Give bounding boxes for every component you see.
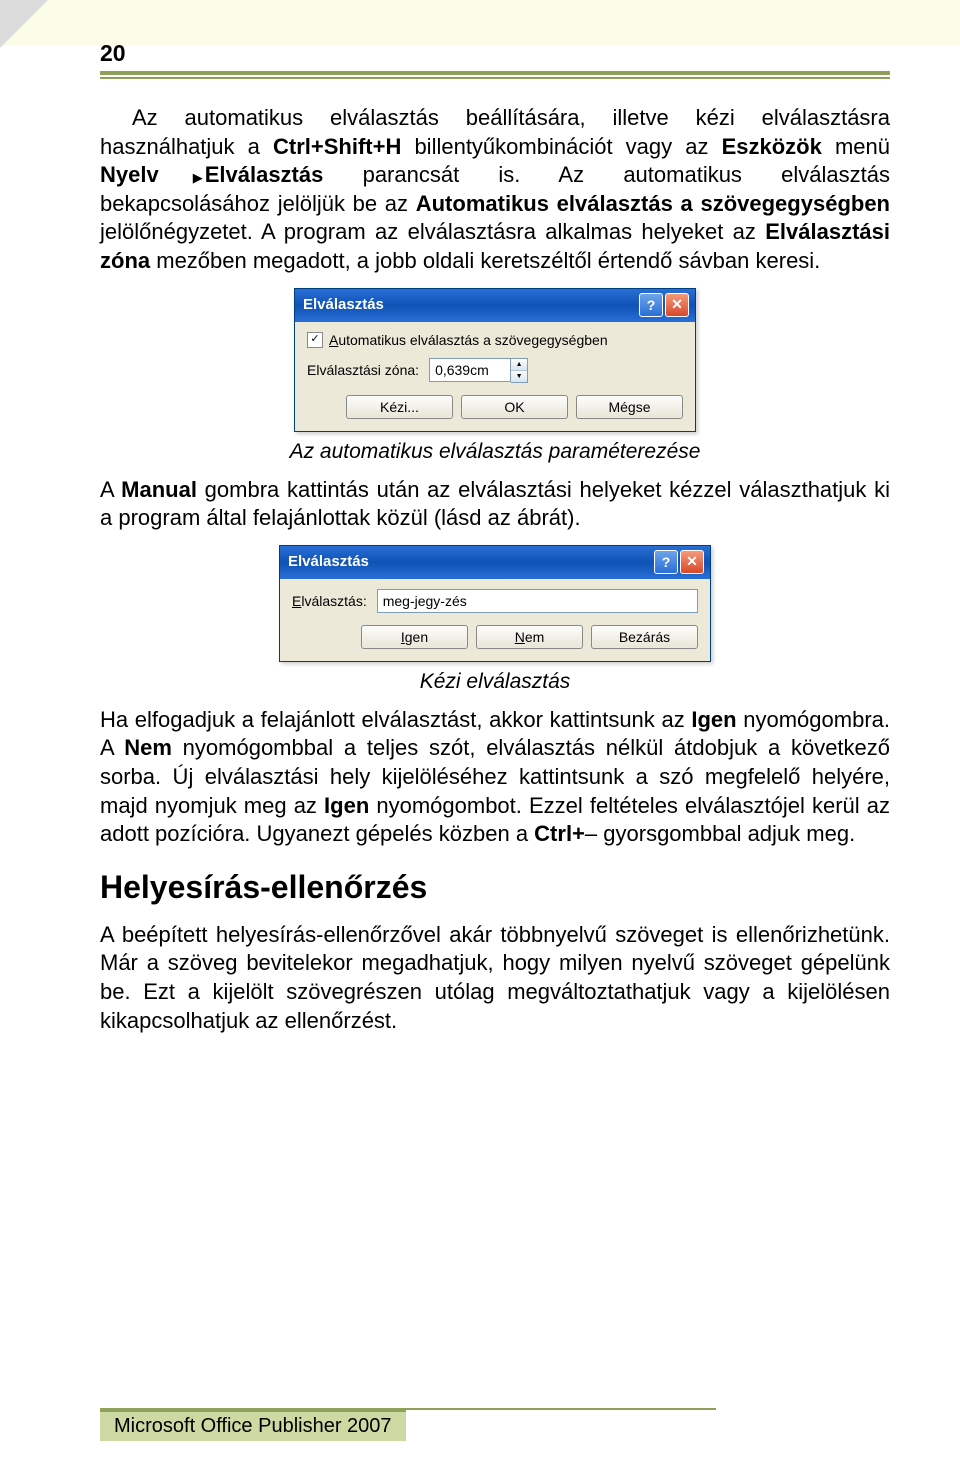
dialog-title: Elválasztás [288,553,369,570]
paragraph-3: Ha elfogadjuk a felajánlott elválasztást… [100,706,890,849]
help-icon[interactable]: ? [639,293,663,317]
close-icon[interactable]: ✕ [665,293,689,317]
rule-thin [100,77,890,79]
footer-label: Microsoft Office Publisher 2007 [100,1410,406,1441]
paragraph-4: A beépített helyesírás-ellenőrzővel akár… [100,921,890,1035]
zone-label: Elválasztási zóna: [307,362,419,378]
hyphenation-dialog: Elválasztás ? ✕ ✓ Automatikus elválasztá… [294,288,696,432]
ok-button[interactable]: OK [461,395,568,419]
rule-thick [100,71,890,75]
auto-hyphenation-checkbox[interactable]: ✓ [307,332,323,348]
cancel-button[interactable]: Mégse [576,395,683,419]
zone-value[interactable]: 0,639cm [429,358,511,382]
caption-1: Az automatikus elválasztás paraméterezés… [100,440,890,464]
dialog-title: Elválasztás [303,296,384,313]
manual-button[interactable]: Kézi... [346,395,453,419]
hyphenate-label: Elválasztás: [292,593,367,609]
yes-button[interactable]: Igen [361,625,468,649]
hyphenation-zone-input[interactable]: 0,639cm ▲ ▼ [429,358,528,383]
dialog-titlebar: Elválasztás ? ✕ [280,546,710,579]
no-button[interactable]: Nem [476,625,583,649]
close-icon[interactable]: ✕ [680,550,704,574]
menu-arrow-icon: ▶ [161,170,203,187]
close-button[interactable]: Bezárás [591,625,698,649]
manual-hyphenation-dialog: Elválasztás ? ✕ Elválasztás: meg-jegy-zé… [279,545,711,662]
caption-2: Kézi elválasztás [100,670,890,694]
heading-spellcheck: Helyesírás-ellenőrzés [100,869,890,906]
paragraph-1: Az automatikus elválasztás beállítására,… [100,104,890,276]
page-corner-fold [0,0,48,48]
spinner-up-icon[interactable]: ▲ [511,359,527,371]
paragraph-2: A Manual gombra kattintás után az elvála… [100,476,890,533]
page-number: 20 [100,40,890,67]
hyphenate-value-input[interactable]: meg-jegy-zés [377,589,698,613]
checkbox-label[interactable]: Automatikus elválasztás a szövegegységbe… [329,332,608,348]
spinner-down-icon[interactable]: ▼ [511,371,527,382]
dialog-titlebar: Elválasztás ? ✕ [295,289,695,322]
help-icon[interactable]: ? [654,550,678,574]
